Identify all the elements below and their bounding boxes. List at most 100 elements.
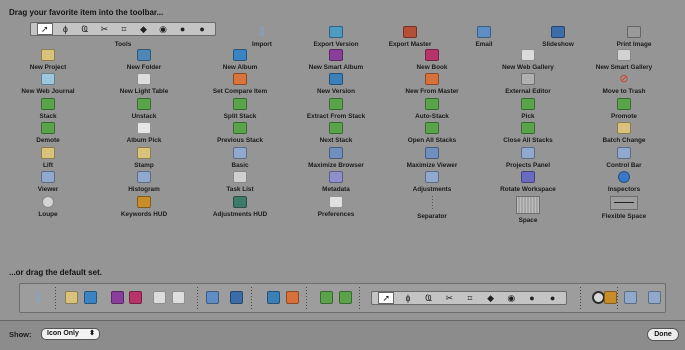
new-album-icon — [233, 48, 247, 61]
previous-stack-item[interactable]: Previous Stack — [192, 122, 288, 144]
tools-tool-1-icon[interactable]: ɸ — [58, 24, 72, 34]
print-image-item[interactable]: Print Image — [586, 26, 682, 48]
rotate-workspace-item[interactable]: Rotate Workspace — [480, 171, 576, 193]
default-tool-1-icon[interactable]: ɸ — [401, 293, 415, 303]
tools-tool-6-icon[interactable]: ◉ — [156, 24, 170, 34]
new-web-gallery-item[interactable]: New Web Gallery — [480, 48, 576, 71]
external-editor-item[interactable]: External Editor — [480, 73, 576, 95]
split-stack-icon — [233, 97, 247, 110]
tools-tool-7-icon[interactable]: ● — [176, 24, 190, 34]
space-item[interactable]: Space — [480, 195, 576, 224]
auto-stack-item[interactable]: Auto-Stack — [384, 97, 480, 120]
done-button[interactable]: Done — [647, 328, 679, 341]
show-label: Show: — [9, 330, 32, 339]
default-new-version-icon[interactable] — [267, 291, 280, 304]
histogram-item[interactable]: Histogram — [96, 171, 192, 193]
new-web-gallery-icon — [521, 48, 535, 61]
unstack-item[interactable]: Unstack — [96, 97, 192, 120]
new-version-item[interactable]: New Version — [288, 73, 384, 95]
demote-item[interactable]: Demote — [0, 122, 96, 144]
default-tool-7-icon[interactable]: ● — [525, 293, 539, 303]
inspectors-item[interactable]: Inspectors — [576, 171, 672, 193]
adjustments-hud-item[interactable]: Adjustments HUD — [192, 195, 288, 218]
default-new-project-icon[interactable] — [65, 291, 78, 304]
open-all-stacks-item[interactable]: Open All Stacks — [384, 122, 480, 144]
default-tool-4-icon[interactable]: ⌗ — [463, 293, 477, 303]
tools-tool-5-icon[interactable]: ◆ — [137, 24, 151, 34]
default-new-album-icon[interactable] — [84, 291, 97, 304]
close-all-stacks-item[interactable]: Close All Stacks — [480, 122, 576, 144]
default-tool-0-icon[interactable]: ➚ — [378, 292, 395, 304]
new-light-table-item[interactable]: New Light Table — [96, 73, 192, 95]
projects-panel-item[interactable]: Projects Panel — [480, 146, 576, 169]
default-tool-3-icon[interactable]: ✂ — [442, 293, 456, 303]
default-set-tray[interactable]: ➚ ɸ Ҩ ✂ ⌗ ◆ ◉ ● ● ⇩ — [19, 283, 666, 313]
set-compare-item-item[interactable]: Set Compare Item — [192, 73, 288, 95]
default-tool-2-icon[interactable]: Ҩ — [422, 293, 436, 303]
new-from-master-item[interactable]: New From Master — [384, 73, 480, 95]
default-new-web-gallery-icon[interactable] — [153, 291, 166, 304]
task-list-item[interactable]: Task List — [192, 171, 288, 193]
pick-item[interactable]: Pick — [480, 97, 576, 120]
default-keywords-hud-icon[interactable] — [604, 291, 617, 304]
tools-tool-8-icon[interactable]: ● — [195, 24, 209, 34]
control-bar-item[interactable]: Control Bar — [576, 146, 672, 169]
stamp-item[interactable]: Stamp — [96, 146, 192, 169]
tools-tool-2-icon[interactable]: Ҩ — [78, 24, 92, 34]
basic-item[interactable]: Basic — [192, 146, 288, 169]
show-select[interactable]: Icon Only ⬍ — [41, 328, 100, 340]
maximize-viewer-item[interactable]: Maximize Viewer — [384, 146, 480, 169]
loupe-item[interactable]: Loupe — [0, 195, 96, 218]
extract-from-stack-item[interactable]: Extract From Stack — [288, 97, 384, 120]
default-viewer-icon[interactable] — [648, 291, 661, 304]
default-new-smart-album-icon[interactable] — [111, 291, 124, 304]
default-pick-icon[interactable] — [339, 291, 352, 304]
default-tool-6-icon[interactable]: ◉ — [504, 293, 518, 303]
flexible-space-item[interactable]: Flexible Space — [576, 195, 672, 220]
tools-tool-4-icon[interactable]: ⌗ — [117, 24, 131, 34]
tools-tool-3-icon[interactable]: ✂ — [97, 24, 111, 34]
new-smart-album-icon — [329, 48, 343, 61]
lift-item[interactable]: Lift — [0, 146, 96, 169]
metadata-item[interactable]: Metadata — [288, 171, 384, 193]
default-tool-8-icon[interactable]: ● — [546, 293, 560, 303]
viewer-item[interactable]: Viewer — [0, 171, 96, 193]
default-tool-5-icon[interactable]: ◆ — [484, 293, 498, 303]
default-tools-group[interactable]: ➚ ɸ Ҩ ✂ ⌗ ◆ ◉ ● ● — [371, 291, 567, 305]
new-folder-item[interactable]: New Folder — [96, 48, 192, 71]
default-slideshow-icon[interactable] — [230, 291, 243, 304]
new-web-journal-item[interactable]: New Web Journal — [0, 73, 96, 95]
default-new-from-master-icon[interactable] — [286, 291, 299, 304]
item-label: New Book — [416, 63, 448, 71]
new-smart-album-item[interactable]: New Smart Album — [288, 48, 384, 71]
stack-item[interactable]: Stack — [0, 97, 96, 120]
default-new-book-icon[interactable] — [129, 291, 142, 304]
tools-item[interactable]: ➚ ɸ Ҩ ✂ ⌗ ◆ ◉ ● ● Tools — [28, 22, 218, 48]
preferences-item[interactable]: Preferences — [288, 195, 384, 218]
default-new-light-table-icon[interactable] — [172, 291, 185, 304]
maximize-viewer-icon — [425, 146, 439, 159]
new-book-item[interactable]: New Book — [384, 48, 480, 71]
new-smart-gallery-item[interactable]: New Smart Gallery — [576, 48, 672, 71]
item-label: Preferences — [317, 210, 355, 218]
keywords-hud-item[interactable]: Keywords HUD — [96, 195, 192, 218]
default-stack-icon[interactable] — [320, 291, 333, 304]
default-basic-icon[interactable] — [624, 291, 637, 304]
adjustments-item[interactable]: Adjustments — [384, 171, 480, 193]
batch-change-item[interactable]: Batch Change — [576, 122, 672, 144]
move-to-trash-item[interactable]: ⊘ Move to Trash — [576, 73, 672, 95]
promote-item[interactable]: Promote — [576, 97, 672, 120]
new-album-item[interactable]: New Album — [192, 48, 288, 71]
maximize-browser-item[interactable]: Maximize Browser — [288, 146, 384, 169]
next-stack-item[interactable]: Next Stack — [288, 122, 384, 144]
tools-group[interactable]: ➚ ɸ Ҩ ✂ ⌗ ◆ ◉ ● ● — [30, 22, 216, 36]
default-separator-1 — [197, 287, 198, 309]
new-project-item[interactable]: New Project — [0, 48, 96, 71]
separator-item[interactable]: Separator — [384, 195, 480, 220]
item-label: Close All Stacks — [503, 137, 553, 144]
album-pick-item[interactable]: Album Pick — [96, 122, 192, 144]
default-import-icon[interactable]: ⇩ — [33, 291, 46, 304]
tools-tool-0-icon[interactable]: ➚ — [36, 23, 53, 35]
split-stack-item[interactable]: Split Stack — [192, 97, 288, 120]
default-email-icon[interactable] — [206, 291, 219, 304]
